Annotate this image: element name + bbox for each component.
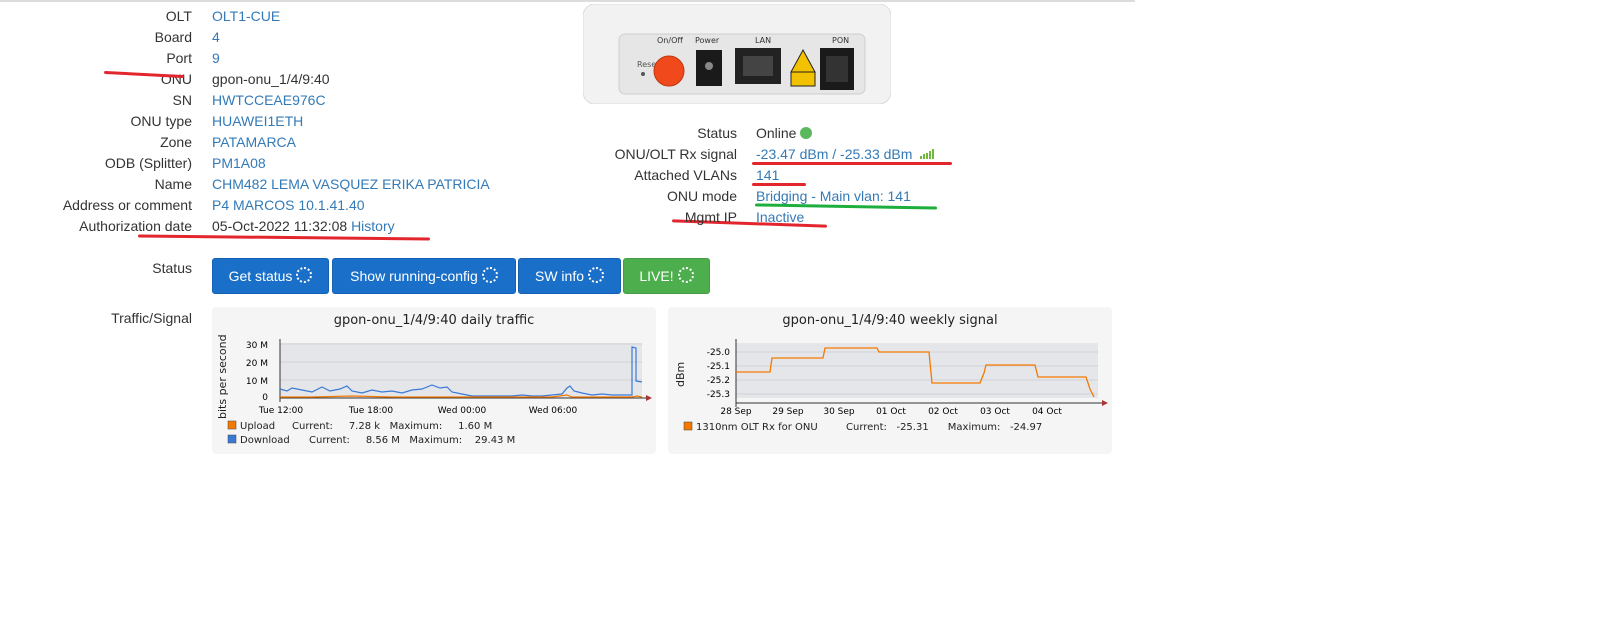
- spinner-icon: [481, 267, 498, 283]
- onu-type-label: ONU type: [130, 113, 192, 129]
- live-button[interactable]: LIVE!: [623, 258, 710, 294]
- signal-bars-icon: [920, 146, 936, 162]
- weekly-ytick: -25.2: [707, 376, 730, 386]
- weekly-ytick: -25.0: [707, 348, 731, 358]
- power-button-icon: [653, 55, 685, 87]
- mode-label: ONU mode: [666, 188, 737, 204]
- show-config-label: Show running-config: [350, 268, 478, 284]
- sn-value[interactable]: HWTCCEAE976C: [212, 92, 326, 108]
- board-label: Board: [154, 29, 192, 45]
- signal-value: -23.47 dBm / -25.33 dBm: [756, 146, 936, 162]
- address-value[interactable]: P4 MARCOS 10.1.41.40: [212, 197, 365, 213]
- daily-xtick: Tue 18:00: [348, 406, 393, 416]
- daily-ylabel: bits per second: [216, 334, 229, 419]
- history-link[interactable]: History: [351, 218, 395, 234]
- weekly-xtick: 28 Sep: [720, 407, 752, 417]
- sw-info-button[interactable]: SW info: [518, 258, 621, 294]
- port-value[interactable]: 9: [212, 50, 220, 66]
- show-running-config-button[interactable]: Show running-config: [332, 258, 516, 294]
- traffic-signal-label: Traffic/Signal: [111, 310, 192, 326]
- odb-label: ODB (Splitter): [104, 155, 192, 171]
- reset-hole: [641, 72, 645, 76]
- auth-date-label: Authorization date: [79, 218, 192, 234]
- mgmt-ip-value[interactable]: Inactive: [756, 209, 804, 225]
- annotation-underline-auth: [137, 234, 431, 241]
- sw-info-label: SW info: [534, 268, 584, 284]
- auth-date-row: 05-Oct-2022 11:32:08 History: [212, 218, 395, 234]
- spinner-icon: [677, 267, 694, 283]
- weekly-xtick: 04 Oct: [1032, 407, 1062, 417]
- name-label: Name: [154, 176, 192, 192]
- actions-label: Status: [152, 260, 192, 276]
- weekly-xtick: 03 Oct: [980, 407, 1010, 417]
- pon-label: PON: [832, 36, 849, 45]
- annotation-underline-signal: [752, 162, 952, 165]
- annotation-underline-vlans: [752, 183, 806, 186]
- download-legend-stats: Current: 8.56 M Maximum: 29.43 M: [309, 435, 515, 446]
- status-label: Status: [697, 125, 737, 141]
- daily-traffic-panel[interactable]: gpon-onu_1/4/9:40 daily traffic bits per…: [212, 307, 656, 454]
- upload-legend-swatch: [227, 420, 237, 430]
- olt-label: OLT: [165, 8, 192, 24]
- weekly-ylabel: dBm: [674, 362, 687, 387]
- address-label: Address or comment: [62, 197, 192, 213]
- daily-ytick: 20 M: [246, 359, 268, 369]
- download-legend-label: Download: [240, 435, 290, 446]
- sn-label: SN: [172, 92, 192, 108]
- daily-ytick: 10 M: [246, 377, 268, 387]
- onu-type-value[interactable]: HUAWEI1ETH: [212, 113, 303, 129]
- onu-device-image: Reset On/Off Power LAN PON: [582, 3, 892, 105]
- name-value[interactable]: CHM482 LEMA VASQUEZ ERIKA PATRICIA: [212, 176, 490, 192]
- upload-legend-label: Upload: [240, 421, 275, 432]
- spinner-icon: [296, 267, 313, 283]
- onoff-label: On/Off: [657, 36, 683, 45]
- zone-label: Zone: [160, 134, 192, 150]
- rx-legend-stats: Current: -25.31 Maximum: -24.97: [846, 422, 1042, 433]
- get-status-button[interactable]: Get status: [212, 258, 329, 294]
- olt-value[interactable]: OLT1-CUE: [212, 8, 280, 24]
- daily-xtick: Tue 12:00: [258, 406, 303, 416]
- daily-ytick: 0: [262, 393, 268, 403]
- signal-label: ONU/OLT Rx signal: [614, 146, 737, 162]
- spinner-icon: [588, 267, 604, 283]
- weekly-signal-chart: dBm -25.0 -25.1 -25.2 -25.3 28 Sep 29 Se…: [674, 339, 1108, 433]
- zone-value[interactable]: PATAMARCA: [212, 134, 296, 150]
- live-label: LIVE!: [639, 268, 674, 284]
- weekly-xtick: 01 Oct: [876, 407, 906, 417]
- board-value[interactable]: 4: [212, 29, 220, 45]
- weekly-signal-panel[interactable]: gpon-onu_1/4/9:40 weekly signal dBm -25.…: [668, 307, 1112, 454]
- weekly-xtick: 30 Sep: [823, 407, 855, 417]
- top-divider: [0, 0, 1135, 2]
- port-label: Port: [166, 50, 192, 66]
- weekly-ytick: -25.3: [707, 390, 730, 400]
- power-label: Power: [695, 36, 720, 45]
- daily-xtick: Wed 00:00: [438, 406, 487, 416]
- mode-value[interactable]: Bridging - Main vlan: 141: [756, 188, 911, 204]
- lan-label: LAN: [755, 36, 771, 45]
- download-legend-swatch: [227, 434, 237, 444]
- auth-date-value: 05-Oct-2022 11:32:08: [212, 218, 348, 234]
- status-text: Online: [756, 125, 797, 141]
- vlans-label: Attached VLANs: [634, 167, 737, 183]
- vlans-value[interactable]: 141: [756, 167, 779, 183]
- signal-text: -23.47 dBm / -25.33 dBm: [756, 146, 913, 162]
- daily-xtick: Wed 06:00: [529, 406, 578, 416]
- weekly-xtick: 29 Sep: [772, 407, 804, 417]
- onu-value: gpon-onu_1/4/9:40: [212, 71, 330, 87]
- upload-legend-stats: Current: 7.28 k Maximum: 1.60 M: [292, 421, 492, 432]
- daily-ytick: 30 M: [246, 341, 268, 351]
- status-value: Online: [756, 125, 813, 141]
- daily-traffic-chart: bits per second 30 M 20 M 10 M 0 Tue 12:…: [216, 334, 652, 446]
- rx-legend-label: 1310nm OLT Rx for ONU: [696, 422, 818, 433]
- weekly-ytick: -25.1: [707, 362, 730, 372]
- weekly-xtick: 02 Oct: [928, 407, 958, 417]
- odb-value[interactable]: PM1A08: [212, 155, 266, 171]
- get-status-label: Get status: [228, 268, 293, 284]
- mgmt-ip-label: Mgmt IP: [684, 209, 737, 225]
- rx-legend-swatch: [683, 421, 693, 431]
- globe-online-icon: [800, 127, 813, 139]
